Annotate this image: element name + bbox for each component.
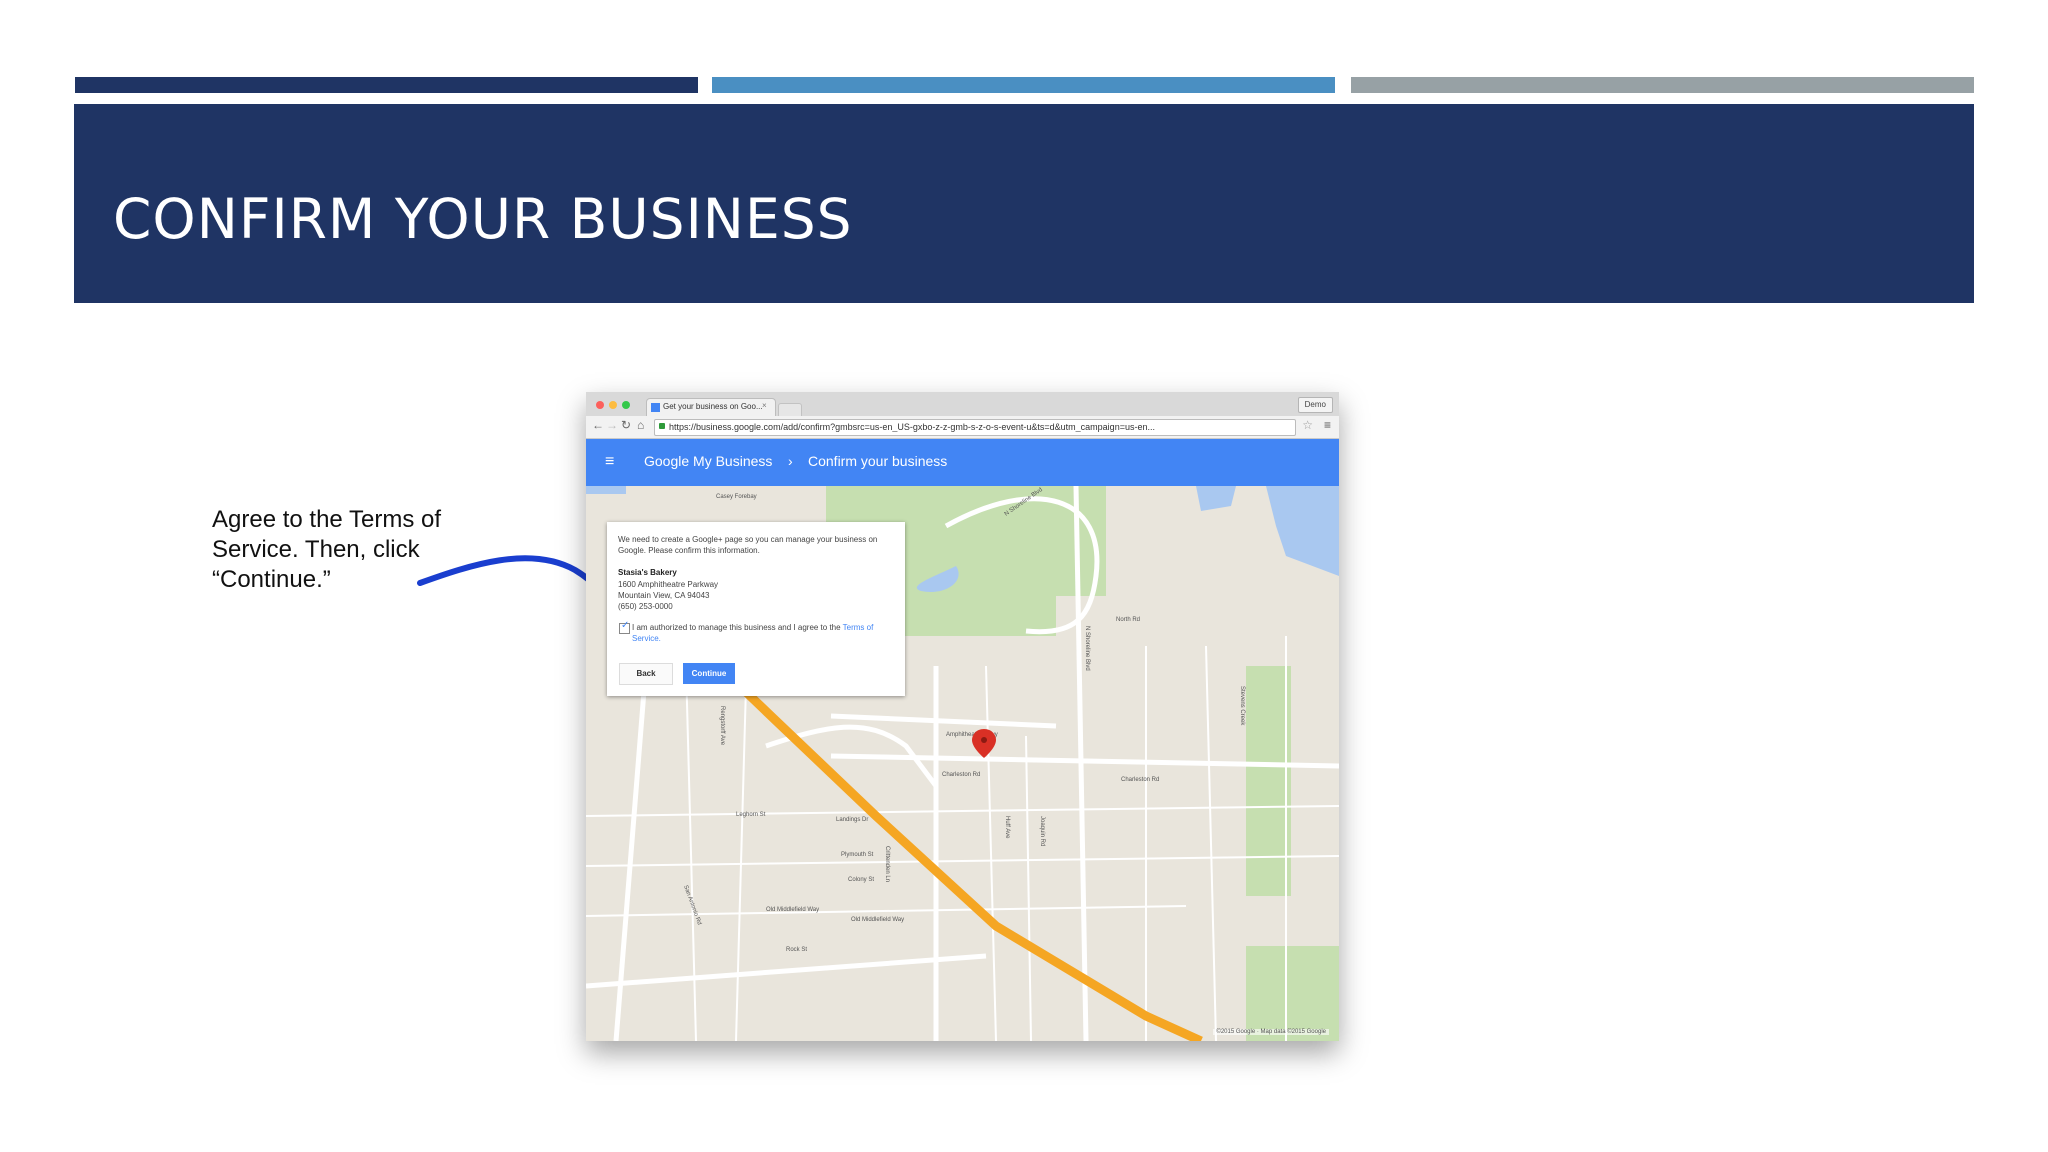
tab-title: Get your business on Goo... <box>663 402 763 411</box>
checkmark-icon: ✓ <box>621 620 630 631</box>
hamburger-menu-icon[interactable]: ≡ <box>605 453 614 471</box>
forward-arrow-icon[interactable]: → <box>606 418 618 432</box>
map-label: Old Middlefield Way <box>851 917 904 923</box>
accent-bar-navy <box>75 77 698 93</box>
confirm-business-dialog: We need to create a Google+ page so you … <box>607 522 905 696</box>
map-label: Colony St <box>848 877 874 883</box>
reload-icon[interactable]: ↻ <box>621 418 631 432</box>
accent-bar-blue <box>712 77 1335 93</box>
bookmark-star-icon[interactable]: ☆ <box>1302 418 1313 432</box>
map-label: Crittenden Ln <box>884 846 890 882</box>
map-label: Plymouth St <box>841 852 874 858</box>
consent-text: I am authorized to manage this business … <box>632 622 902 644</box>
accent-bar-gray <box>1351 77 1974 93</box>
favicon-icon <box>651 403 660 412</box>
lock-icon <box>659 423 665 429</box>
title-band: CONFIRM YOUR BUSINESS <box>74 104 1974 303</box>
map-water <box>586 486 626 494</box>
map-label: Charleston Rd <box>942 772 980 778</box>
close-window-icon[interactable] <box>596 401 604 409</box>
browser-toolbar: ← → ↻ ⌂ https://business.google.com/add/… <box>586 416 1339 439</box>
home-icon[interactable]: ⌂ <box>637 418 644 432</box>
map-label: Charleston Rd <box>1121 777 1159 783</box>
map-label: Leghorn St <box>736 812 766 818</box>
new-tab-button[interactable] <box>778 403 802 416</box>
map-label: Huff Ave <box>1004 816 1010 839</box>
map-label: Joaquin Rd <box>1039 816 1045 846</box>
back-button[interactable]: Back <box>619 663 673 685</box>
map-label: Landings Dr <box>836 817 868 823</box>
tab-close-icon[interactable]: × <box>762 401 767 410</box>
gmb-app-bar: ≡ Google My Business › Confirm your busi… <box>586 439 1339 486</box>
map-copyright: ©2015 Google · Map data ©2015 Google <box>1213 1029 1329 1035</box>
consent-label: I am authorized to manage this business … <box>632 623 841 632</box>
profile-button[interactable]: Demo <box>1297 397 1333 413</box>
map-label: Stevens Creek <box>1239 686 1245 726</box>
breadcrumb-current: Confirm your business <box>808 453 948 469</box>
map-park <box>1246 666 1291 896</box>
map-park <box>1246 946 1339 1041</box>
back-arrow-icon[interactable]: ← <box>592 418 604 432</box>
minimize-window-icon[interactable] <box>609 401 617 409</box>
map-label: Casey Forebay <box>716 494 757 500</box>
map-label: Rengstorff Ave <box>719 706 725 746</box>
embedded-screenshot: Get your business on Goo... × Demo ← → ↻… <box>586 392 1339 1041</box>
dialog-intro: We need to create a Google+ page so you … <box>618 535 878 555</box>
browser-menu-icon[interactable]: ≡ <box>1324 418 1331 432</box>
map-label: Rock St <box>786 947 807 953</box>
continue-button[interactable]: Continue <box>683 663 735 684</box>
browser-tab[interactable]: Get your business on Goo... × <box>646 398 776 417</box>
chevron-right-icon: › <box>788 453 793 469</box>
address-line-2: Mountain View, CA 94043 <box>618 591 710 600</box>
map-label: N Shoreline Blvd <box>1084 626 1090 671</box>
phone-number: (650) 253-0000 <box>618 602 673 611</box>
zoom-window-icon[interactable] <box>622 401 630 409</box>
breadcrumb-root[interactable]: Google My Business <box>644 453 772 469</box>
address-line-1: 1600 Amphitheatre Parkway <box>618 580 719 589</box>
business-name: Stasia's Bakery <box>618 568 677 577</box>
slide-title: CONFIRM YOUR BUSINESS <box>113 187 853 251</box>
browser-tabstrip: Get your business on Goo... × Demo <box>586 392 1339 417</box>
url-text: https://business.google.com/add/confirm?… <box>669 422 1155 432</box>
authorization-checkbox[interactable]: ✓ <box>619 620 630 634</box>
map-label: North Rd <box>1116 617 1140 623</box>
address-bar[interactable]: https://business.google.com/add/confirm?… <box>654 419 1296 436</box>
map-label: Old Middlefield Way <box>766 907 819 913</box>
